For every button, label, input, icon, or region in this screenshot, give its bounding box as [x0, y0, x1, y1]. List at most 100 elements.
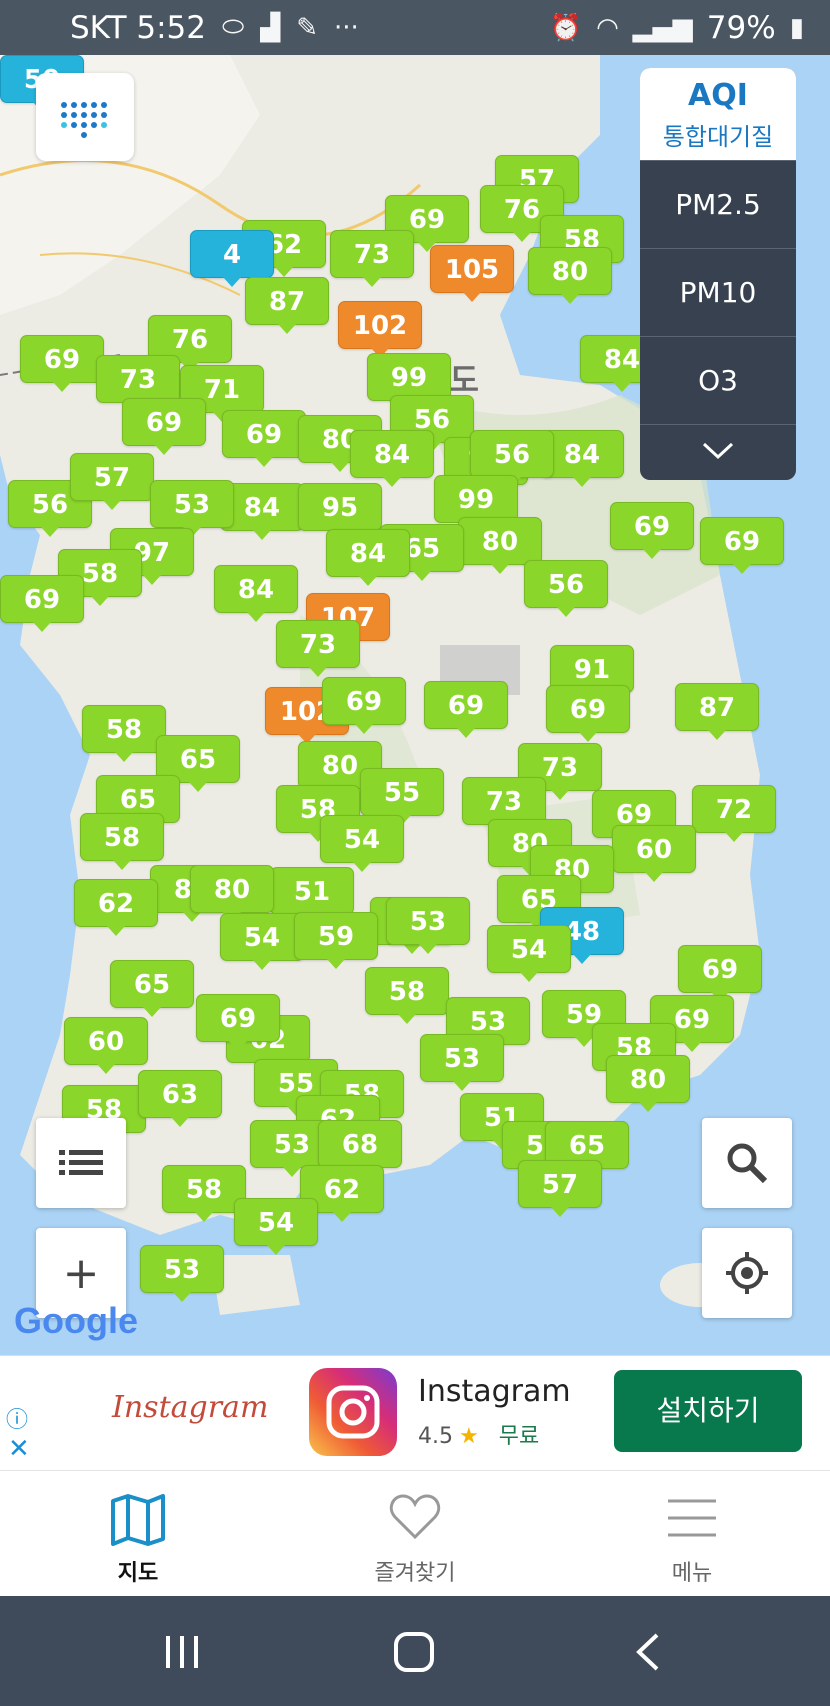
aqi-marker[interactable]: 87	[245, 277, 329, 334]
more-dots-icon: ···	[334, 12, 359, 43]
aqi-marker[interactable]: 56	[524, 560, 608, 617]
aqi-marker[interactable]: 54	[220, 913, 304, 970]
ad-app-name: Instagram	[418, 1374, 571, 1409]
star-icon: ★	[459, 1424, 479, 1449]
aqi-marker[interactable]: 84	[326, 529, 410, 586]
pm25-option[interactable]: PM2.5	[640, 160, 796, 248]
upload-icon: ▟	[260, 12, 281, 43]
aqi-marker[interactable]: 53	[386, 897, 470, 954]
aqi-marker[interactable]: 102	[338, 301, 422, 358]
aqi-marker[interactable]: 72	[692, 785, 776, 842]
aqi-marker[interactable]: 69	[20, 335, 104, 392]
aqi-marker[interactable]: 60	[612, 825, 696, 882]
aqi-marker[interactable]: 87	[675, 683, 759, 740]
battery-icon: ▮	[789, 12, 804, 43]
aqi-marker[interactable]: 80	[190, 865, 274, 922]
install-button[interactable]: 설치하기	[614, 1370, 802, 1452]
aqi-marker[interactable]: 69	[678, 945, 762, 1002]
aqi-marker[interactable]: 69	[322, 677, 406, 734]
aqi-marker[interactable]: 84	[214, 565, 298, 622]
aqi-marker[interactable]: 58	[365, 967, 449, 1024]
aqi-marker[interactable]: 54	[320, 815, 404, 872]
aqi-marker[interactable]: 73	[330, 230, 414, 287]
aqi-marker[interactable]: 80	[458, 517, 542, 574]
map-icon	[111, 1494, 165, 1546]
aqi-marker[interactable]: 53	[420, 1034, 504, 1091]
aqi-marker[interactable]: 62	[74, 879, 158, 936]
tab-favorites[interactable]: 즐겨찾기	[315, 1471, 515, 1597]
aqi-marker[interactable]: 60	[64, 1017, 148, 1074]
aqi-marker[interactable]: 57	[70, 453, 154, 510]
recent-apps-button[interactable]	[152, 1624, 212, 1680]
tab-map[interactable]: 지도	[38, 1471, 238, 1597]
home-button[interactable]	[384, 1624, 444, 1680]
ad-info-icon[interactable]: ⓘ	[6, 1402, 28, 1434]
plus-icon: +	[62, 1247, 100, 1299]
aqi-marker[interactable]: 69	[424, 681, 508, 738]
aqi-marker[interactable]: 73	[96, 355, 180, 412]
ad-rating-row: 4.5 ★ 무료	[418, 1418, 539, 1450]
tab-favorites-label: 즐겨찾기	[374, 1561, 456, 1586]
list-button[interactable]	[36, 1118, 126, 1208]
locate-icon	[726, 1252, 768, 1294]
back-icon	[636, 1633, 659, 1671]
aqi-marker[interactable]: 69	[0, 575, 84, 632]
heart-icon	[389, 1494, 441, 1540]
aqi-marker[interactable]: 58	[82, 705, 166, 762]
instagram-app-icon	[309, 1368, 397, 1456]
back-button[interactable]	[618, 1624, 678, 1680]
aqi-marker[interactable]: 99	[367, 353, 451, 410]
aqi-marker[interactable]: 69	[122, 398, 206, 455]
aqi-option[interactable]: AQI 통합대기질	[640, 68, 796, 160]
aqi-marker[interactable]: 54	[487, 925, 571, 982]
expand-panel-button[interactable]	[640, 424, 796, 476]
aqi-marker[interactable]: 105	[430, 245, 514, 302]
aqi-marker[interactable]: 80	[606, 1055, 690, 1112]
chevron-down-icon	[702, 442, 734, 459]
search-button[interactable]	[702, 1118, 792, 1208]
list-icon	[59, 1150, 103, 1175]
aqi-marker[interactable]: 95	[298, 483, 382, 540]
aqi-marker[interactable]: 55	[360, 768, 444, 825]
aqi-marker[interactable]: 59	[294, 912, 378, 969]
battery-percent: 79%	[706, 9, 776, 46]
aqi-marker[interactable]: 58	[80, 813, 164, 870]
search-icon	[727, 1143, 768, 1184]
aqi-marker[interactable]: 84	[350, 430, 434, 487]
google-attribution: Google	[14, 1300, 138, 1341]
aqi-marker[interactable]: 69	[700, 517, 784, 574]
aqi-marker[interactable]: 54	[234, 1198, 318, 1255]
aqi-title: AQI	[688, 78, 748, 113]
aqi-marker[interactable]: 53	[140, 1245, 224, 1302]
carrier-time: SKT 5:52	[70, 9, 207, 46]
aqi-marker[interactable]: 51	[270, 867, 354, 924]
aqi-marker[interactable]: 65	[110, 960, 194, 1017]
aqi-marker[interactable]: 57	[518, 1160, 602, 1217]
status-bar: SKT 5:52 ⬭ ▟ ✎ ··· ⏰ ◠ ▂▄▆ 79% ▮	[0, 0, 830, 55]
aqi-marker[interactable]: 56	[470, 430, 554, 487]
ad-close-icon[interactable]: ✕	[8, 1434, 30, 1464]
feather-icon: ✎	[296, 12, 319, 43]
ad-banner[interactable]: ⓘ ✕ Instagram Instagram 4.5 ★ 무료 설치하기	[0, 1355, 830, 1470]
aqi-marker[interactable]: 73	[462, 777, 546, 834]
aqi-marker[interactable]: 73	[276, 620, 360, 677]
aqi-marker[interactable]: 69	[610, 502, 694, 559]
locate-button[interactable]	[702, 1228, 792, 1318]
pm10-option[interactable]: PM10	[640, 248, 796, 336]
app-logo-button[interactable]	[36, 73, 134, 161]
aqi-marker[interactable]: 69	[546, 685, 630, 742]
tab-map-label: 지도	[117, 1561, 159, 1586]
aqi-marker[interactable]: 69	[222, 410, 306, 467]
o3-option[interactable]: O3	[640, 336, 796, 424]
camera-icon	[326, 1385, 380, 1439]
aqi-marker[interactable]: 63	[138, 1070, 222, 1127]
wifi-icon: ◠	[596, 12, 619, 43]
dot-grid-icon	[61, 102, 107, 138]
aqi-marker[interactable]: 4	[190, 230, 274, 287]
aqi-marker[interactable]: 99	[434, 475, 518, 532]
aqi-marker[interactable]: 68	[318, 1120, 402, 1177]
tab-menu[interactable]: 메뉴	[592, 1471, 792, 1597]
aqi-marker[interactable]: 53	[150, 480, 234, 537]
aqi-marker[interactable]: 80	[528, 247, 612, 304]
aqi-marker[interactable]: 69	[196, 994, 280, 1051]
